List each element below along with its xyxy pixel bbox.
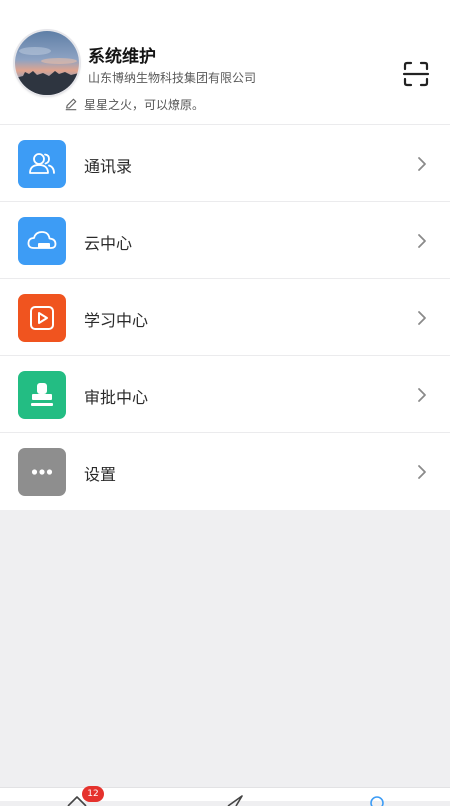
more-icon xyxy=(18,448,66,496)
chevron-right-icon xyxy=(418,465,426,479)
menu-item-cloud-center[interactable]: 云中心 xyxy=(0,202,450,279)
menu-label-approval-center: 审批中心 xyxy=(84,388,149,407)
avatar[interactable] xyxy=(15,31,79,95)
chevron-right-icon xyxy=(418,234,426,248)
menu-label-contacts: 通讯录 xyxy=(84,157,133,176)
menu-list: 通讯录 云中心 学习中心 审批中心 设置 xyxy=(0,124,450,510)
bottom-tab-bar: 12 xyxy=(0,786,450,806)
send-icon[interactable] xyxy=(222,792,248,806)
chevron-right-icon xyxy=(418,311,426,325)
chevron-right-icon xyxy=(418,157,426,171)
menu-label-learning-center: 学习中心 xyxy=(84,311,149,330)
menu-label-cloud-center: 云中心 xyxy=(84,234,133,253)
menu-item-learning-center[interactable]: 学习中心 xyxy=(0,279,450,356)
pencil-icon xyxy=(65,98,77,111)
play-icon xyxy=(18,294,66,342)
menu-item-approval-center[interactable]: 审批中心 xyxy=(0,356,450,433)
menu-item-settings[interactable]: 设置 xyxy=(0,433,450,510)
menu-item-contacts[interactable]: 通讯录 xyxy=(0,125,450,202)
company-name: 山东博纳生物科技集团有限公司 xyxy=(88,71,257,85)
scan-icon[interactable] xyxy=(401,59,431,89)
contacts-icon xyxy=(18,140,66,188)
profile-header: 系统维护 山东博纳生物科技集团有限公司 星星之火，可以燎原。 xyxy=(0,0,450,124)
menu-label-settings: 设置 xyxy=(84,465,117,484)
signature-text: 星星之火，可以燎原。 xyxy=(84,97,205,112)
chevron-right-icon xyxy=(418,388,426,402)
user-name: 系统维护 xyxy=(88,47,156,67)
stamp-icon xyxy=(18,371,66,419)
profile-icon[interactable] xyxy=(364,792,390,806)
cloud-icon xyxy=(18,217,66,265)
signature-row[interactable]: 星星之火，可以燎原。 xyxy=(64,95,204,113)
